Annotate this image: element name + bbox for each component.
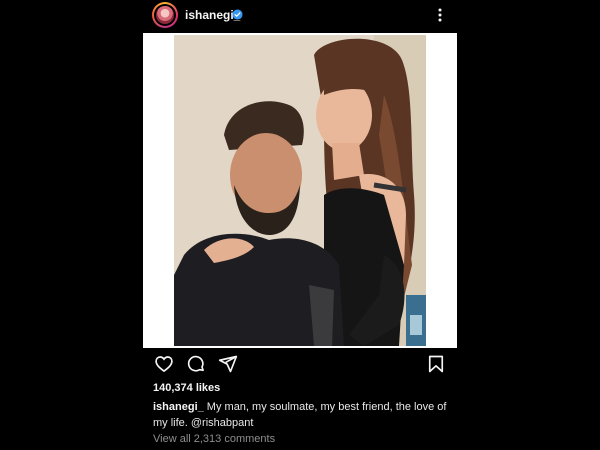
couple-photo xyxy=(174,35,426,346)
caption-username[interactable]: ishanegi_ xyxy=(153,401,204,413)
verified-badge-icon xyxy=(232,9,243,20)
heart-icon[interactable] xyxy=(154,354,174,374)
comment-icon[interactable] xyxy=(186,354,206,374)
post-actions xyxy=(150,352,450,376)
post-header: ishanegi_ xyxy=(150,0,460,32)
send-icon[interactable] xyxy=(218,354,238,374)
avatar[interactable] xyxy=(152,2,178,28)
view-comments-link[interactable]: View all 2,313 comments xyxy=(153,433,275,445)
post-image[interactable] xyxy=(143,33,457,348)
likes-count[interactable]: 140,374 likes xyxy=(153,382,220,394)
bookmark-icon[interactable] xyxy=(426,354,446,374)
instagram-post: ishanegi_ 140,374 likes ishanegi_ My man… xyxy=(0,0,600,450)
caption: ishanegi_ My man, my soulmate, my best f… xyxy=(153,399,453,431)
more-options-icon[interactable] xyxy=(433,6,447,24)
